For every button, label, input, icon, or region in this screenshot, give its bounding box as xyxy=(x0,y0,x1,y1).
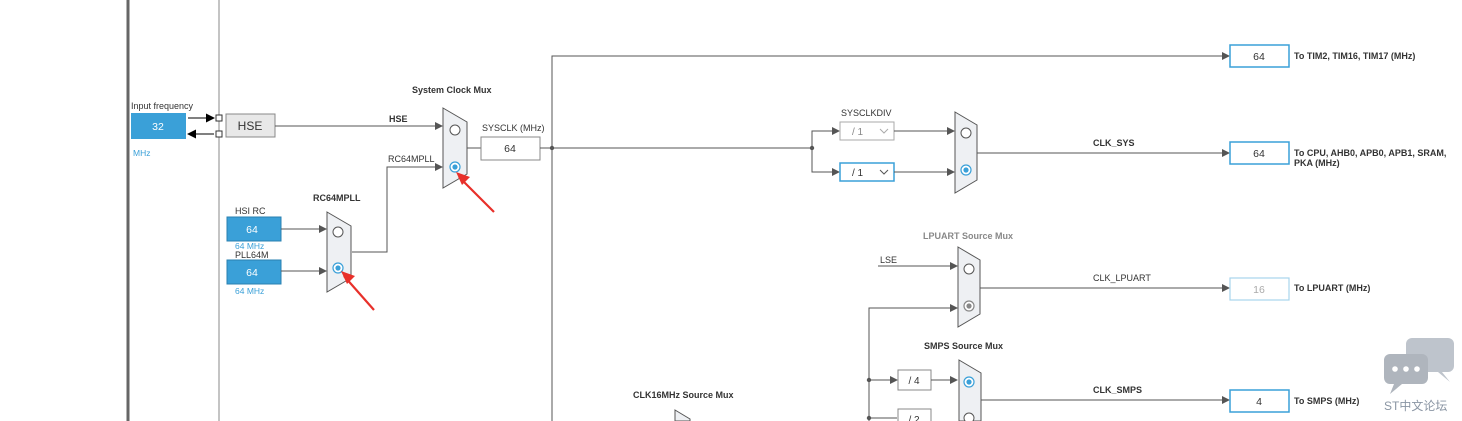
rc64mpll-radio-pll64m-dot xyxy=(335,265,341,271)
pll64m-title: PLL64M xyxy=(235,250,269,260)
sysclkdiv-select-2-value: / 1 xyxy=(852,168,864,179)
clk-smps-label: CLK_SMPS xyxy=(1093,385,1142,395)
input-frequency-unit: MHz xyxy=(133,148,150,158)
sysclkdiv-mux-radio-1[interactable] xyxy=(960,127,972,139)
smps-output-value: 4 xyxy=(1256,396,1262,408)
sysclkdiv-branch-top xyxy=(811,127,840,148)
tim-output-label: To TIM2, TIM16, TIM17 (MHz) xyxy=(1294,51,1415,61)
lpuart-mux-title: LPUART Source Mux xyxy=(923,231,1013,241)
sysclkdiv-title: SYSCLKDIV xyxy=(841,108,892,118)
system-clock-mux-title: System Clock Mux xyxy=(412,85,492,95)
lpuart-output-value: 16 xyxy=(1253,284,1265,296)
clk-lpuart-label: CLK_LPUART xyxy=(1093,273,1151,283)
input-frequency-value: 32 xyxy=(152,121,164,133)
hsi-rc-value: 64 xyxy=(246,224,258,236)
sysclkdiv-mux xyxy=(954,111,978,194)
hse-label: HSE xyxy=(238,119,263,133)
sysclkdiv-branch-bottom xyxy=(811,148,840,176)
input-frequency-title: Input frequency xyxy=(131,101,194,111)
pll64m-value: 64 xyxy=(246,267,258,279)
hse-pin-top xyxy=(215,114,223,122)
hse-wire-label: HSE xyxy=(389,114,408,124)
rc64mpll-radio-hsi[interactable] xyxy=(332,226,344,238)
smps-mux-title: SMPS Source Mux xyxy=(924,341,1003,351)
pll64m-unit: 64 MHz xyxy=(235,286,264,296)
clk-sys-label: CLK_SYS xyxy=(1093,138,1135,148)
clk16mhz-mux xyxy=(674,409,691,421)
clk-sys-output-label-2: PKA (MHz) xyxy=(1294,158,1340,168)
sysclk-value: 64 xyxy=(504,143,516,155)
lpuart-output-label: To LPUART (MHz) xyxy=(1294,283,1370,293)
sysclkdiv-select-1-value: / 1 xyxy=(852,127,864,138)
smps-junction-2 xyxy=(866,415,872,421)
system-clock-mux-radio-hse[interactable] xyxy=(449,124,461,136)
lse-label: LSE xyxy=(880,255,897,265)
lpuart-clk-wire xyxy=(868,304,958,421)
rc64mpll-wire-label: RC64MPLL xyxy=(388,154,435,164)
hsi-rc-title: HSI RC xyxy=(235,206,266,216)
smps-junction-1 xyxy=(866,377,872,383)
clk-sys-output-label: To CPU, AHB0, APB0, APB1, SRAM, xyxy=(1294,148,1446,158)
sysclkdiv-mux-radio-2-dot xyxy=(963,167,969,173)
rc64mpll-title: RC64MPLL xyxy=(313,193,361,203)
tim-output-value: 64 xyxy=(1253,51,1265,63)
watermark-text: ST中文论坛 xyxy=(1384,398,1447,413)
smps-div2-value: / 2 xyxy=(908,415,920,421)
system-clock-mux-radio-pll-dot xyxy=(452,164,458,170)
smps-mux-radio-div4-dot xyxy=(966,379,972,385)
chat-bubbles-icon xyxy=(1384,338,1454,394)
smps-mux-radio-div2[interactable] xyxy=(963,412,975,421)
clk16mhz-mux-title: CLK16MHz Source Mux xyxy=(633,390,734,400)
lpuart-mux xyxy=(957,246,981,328)
clk-sys-output-value: 64 xyxy=(1253,148,1265,160)
hse-pin-bottom xyxy=(215,130,223,138)
clock-tree-diagram: Input frequency 32 MHz HSE HSE System Cl… xyxy=(126,0,1454,421)
lpuart-mux-radio-2-dot xyxy=(966,303,972,309)
rc64mpll-wire xyxy=(352,163,443,253)
smps-div4-value: / 4 xyxy=(908,376,920,387)
sysclk-label: SYSCLK (MHz) xyxy=(482,123,545,133)
smps-output-label: To SMPS (MHz) xyxy=(1294,396,1359,406)
smps-mux xyxy=(958,359,982,421)
lpuart-mux-radio-lse[interactable] xyxy=(963,263,975,275)
